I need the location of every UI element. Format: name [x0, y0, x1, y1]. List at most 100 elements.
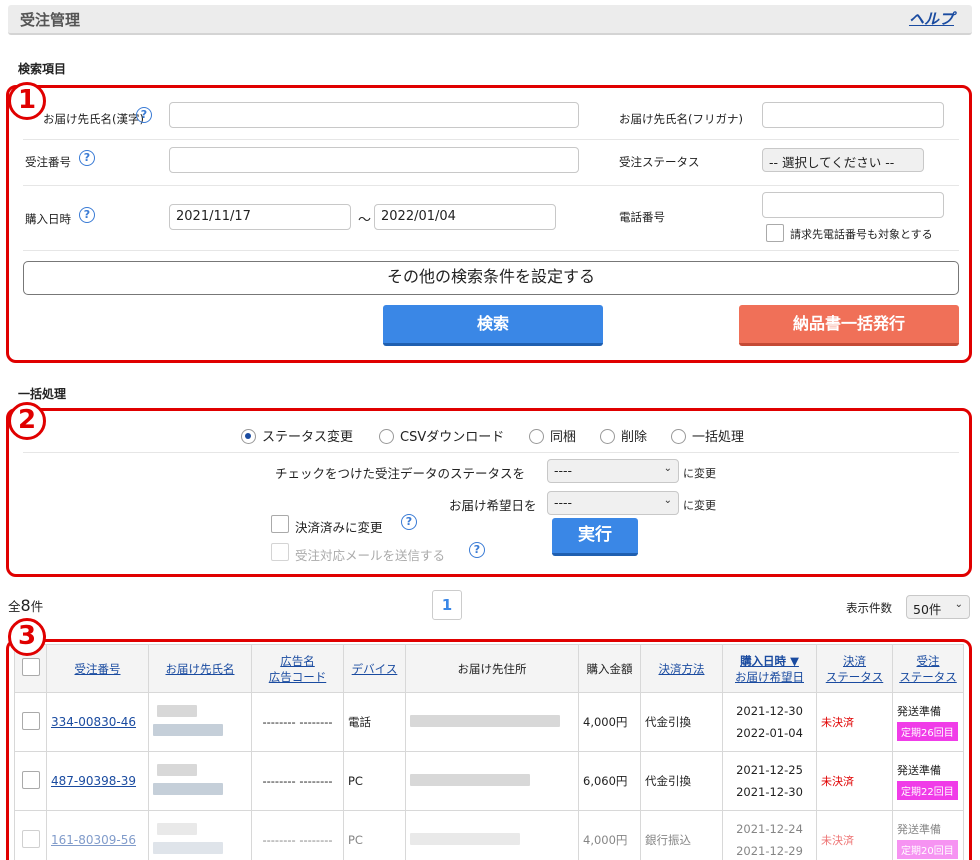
paid-label: 決済済みに変更	[295, 520, 383, 535]
sort-payment[interactable]: 決済方法	[659, 662, 705, 676]
order-no-link[interactable]: 334-00830-46	[51, 715, 136, 729]
sort-order-status[interactable]: 受注	[917, 654, 940, 668]
search-button[interactable]: 検索	[383, 305, 603, 346]
help-icon[interactable]: ?	[401, 514, 417, 530]
table-header-row: 受注番号 お届け先氏名 広告名 広告コード デバイス お届け先住所 購入金額 決済…	[14, 644, 964, 693]
help-icon[interactable]: ?	[79, 207, 95, 223]
orders-table: 受注番号 お届け先氏名 広告名 広告コード デバイス お届け先住所 購入金額 決済…	[14, 644, 964, 860]
mail-checkbox[interactable]	[271, 543, 289, 561]
header-order-no[interactable]: 受注番号	[46, 644, 149, 693]
sort-delivery-date[interactable]: お届け希望日	[735, 670, 804, 684]
sort-ad-code[interactable]: 広告コード	[269, 670, 327, 684]
pay-status-text: 未決済	[821, 775, 854, 788]
row-checkbox[interactable]	[21, 770, 40, 789]
device-cell: PC	[343, 751, 406, 811]
radio-label: 一括処理	[692, 430, 745, 445]
amount-cell: 4,000円	[578, 810, 641, 860]
phone-input[interactable]	[762, 192, 944, 218]
delivery-date-suffix: に変更	[683, 499, 716, 512]
header-order-status[interactable]: 受注 ステータス	[892, 644, 964, 693]
purchase-date: 2021-12-30	[736, 704, 803, 718]
radio-delete[interactable]: 削除	[600, 426, 647, 445]
radio-bundle[interactable]: 同梱	[529, 426, 576, 445]
device-cell: PC	[343, 810, 406, 860]
header-date[interactable]: 購入日時 ▼ お届け希望日	[722, 644, 817, 693]
name-cell	[148, 692, 252, 752]
row-checkbox-cell	[14, 810, 47, 860]
date-cell: 2021-12-25 2021-12-30	[722, 751, 817, 811]
help-icon[interactable]: ?	[136, 107, 152, 123]
date-to-input[interactable]: 2022/01/04	[374, 204, 556, 230]
bulk-invoice-button[interactable]: 納品書一括発行	[739, 305, 959, 346]
amount-cell: 6,060円	[578, 751, 641, 811]
more-conditions-button[interactable]: その他の検索条件を設定する	[23, 261, 959, 295]
redacted-name	[157, 823, 197, 835]
help-icon[interactable]: ?	[469, 542, 485, 558]
select-all-checkbox[interactable]	[21, 658, 40, 676]
sort-ad-name[interactable]: 広告名	[280, 654, 315, 668]
address-cell	[405, 692, 579, 752]
header-device[interactable]: デバイス	[343, 644, 406, 693]
bulk-section-label: 一括処理	[18, 387, 67, 401]
execute-button[interactable]: 実行	[552, 518, 638, 556]
order-no-cell: 334-00830-46	[46, 692, 149, 752]
name-kana-input[interactable]	[762, 102, 944, 128]
redacted-address	[410, 714, 560, 727]
name-kana-label: お届け先氏名(フリガナ)	[619, 112, 743, 126]
divider	[23, 452, 959, 453]
page-1-button[interactable]: 1	[432, 590, 462, 620]
sort-pay-status[interactable]: 決済	[843, 654, 866, 668]
row-checkbox-cell	[14, 751, 47, 811]
delivery-date-select[interactable]: ---- ⌄	[547, 491, 679, 515]
help-icon[interactable]: ?	[79, 150, 95, 166]
status-change-suffix: に変更	[683, 467, 716, 480]
address-cell	[405, 751, 579, 811]
billing-phone-checkbox[interactable]	[766, 224, 784, 242]
date-from-input[interactable]: 2021/11/17	[169, 204, 351, 230]
row-checkbox[interactable]	[21, 829, 40, 848]
order-no-link[interactable]: 161-80309-56	[51, 833, 136, 847]
help-link[interactable]: ヘルプ	[909, 8, 954, 29]
radio-csv-download[interactable]: CSVダウンロード	[379, 426, 504, 445]
header-payment[interactable]: 決済方法	[640, 644, 723, 693]
divider	[23, 139, 959, 140]
order-no-cell: 487-90398-39	[46, 751, 149, 811]
ad-cell: -------- --------	[251, 751, 344, 811]
header-name[interactable]: お届け先氏名	[148, 644, 252, 693]
name-cell	[148, 810, 252, 860]
order-status-select[interactable]: -- 選択してください --	[762, 148, 924, 172]
search-section-label: 検索項目	[18, 62, 67, 76]
row-checkbox[interactable]	[21, 711, 40, 730]
amount-cell: 4,000円	[578, 692, 641, 752]
radio-batch[interactable]: 一括処理	[671, 426, 744, 445]
sort-order-status-2[interactable]: ステータス	[899, 670, 957, 684]
phone-label: 電話番号	[619, 210, 665, 224]
address-cell	[405, 810, 579, 860]
header-pay-status[interactable]: 決済 ステータス	[816, 644, 893, 693]
name-cell	[148, 751, 252, 811]
header-ad[interactable]: 広告名 広告コード	[251, 644, 344, 693]
delivery-date: 2021-12-29	[736, 844, 803, 858]
order-status-cell: 発送準備 定期26回目	[892, 692, 964, 752]
per-page-select[interactable]: 50件 ⌄	[906, 595, 970, 619]
status-change-select[interactable]: ---- ⌄	[547, 459, 679, 483]
sort-pay-status-2[interactable]: ステータス	[826, 670, 884, 684]
per-page-label: 表示件数	[846, 601, 892, 615]
sort-order-no[interactable]: 受注番号	[75, 662, 121, 676]
order-status-text: 発送準備	[897, 764, 941, 777]
name-kanji-input[interactable]	[169, 102, 579, 128]
order-no-input[interactable]	[169, 147, 579, 173]
marker-3: 3	[8, 618, 46, 656]
delivery-date: 2022-01-04	[736, 726, 803, 740]
paid-checkbox[interactable]	[271, 515, 289, 533]
redacted-address	[410, 832, 520, 845]
radio-status-change[interactable]: ステータス変更	[241, 426, 353, 445]
mail-label: 受注対応メールを送信する	[295, 548, 446, 563]
sort-name[interactable]: お届け先氏名	[166, 662, 235, 676]
sort-device[interactable]: デバイス	[352, 662, 398, 676]
order-no-link[interactable]: 487-90398-39	[51, 774, 136, 788]
sort-purchase-date[interactable]: 購入日時 ▼	[740, 654, 799, 668]
header-address: お届け先住所	[405, 644, 579, 693]
delivery-date-label: お届け希望日を	[449, 498, 537, 513]
bulk-panel: ステータス変更 CSVダウンロード 同梱 削除 一括処理 チェックをつけた受注デ…	[6, 408, 972, 577]
